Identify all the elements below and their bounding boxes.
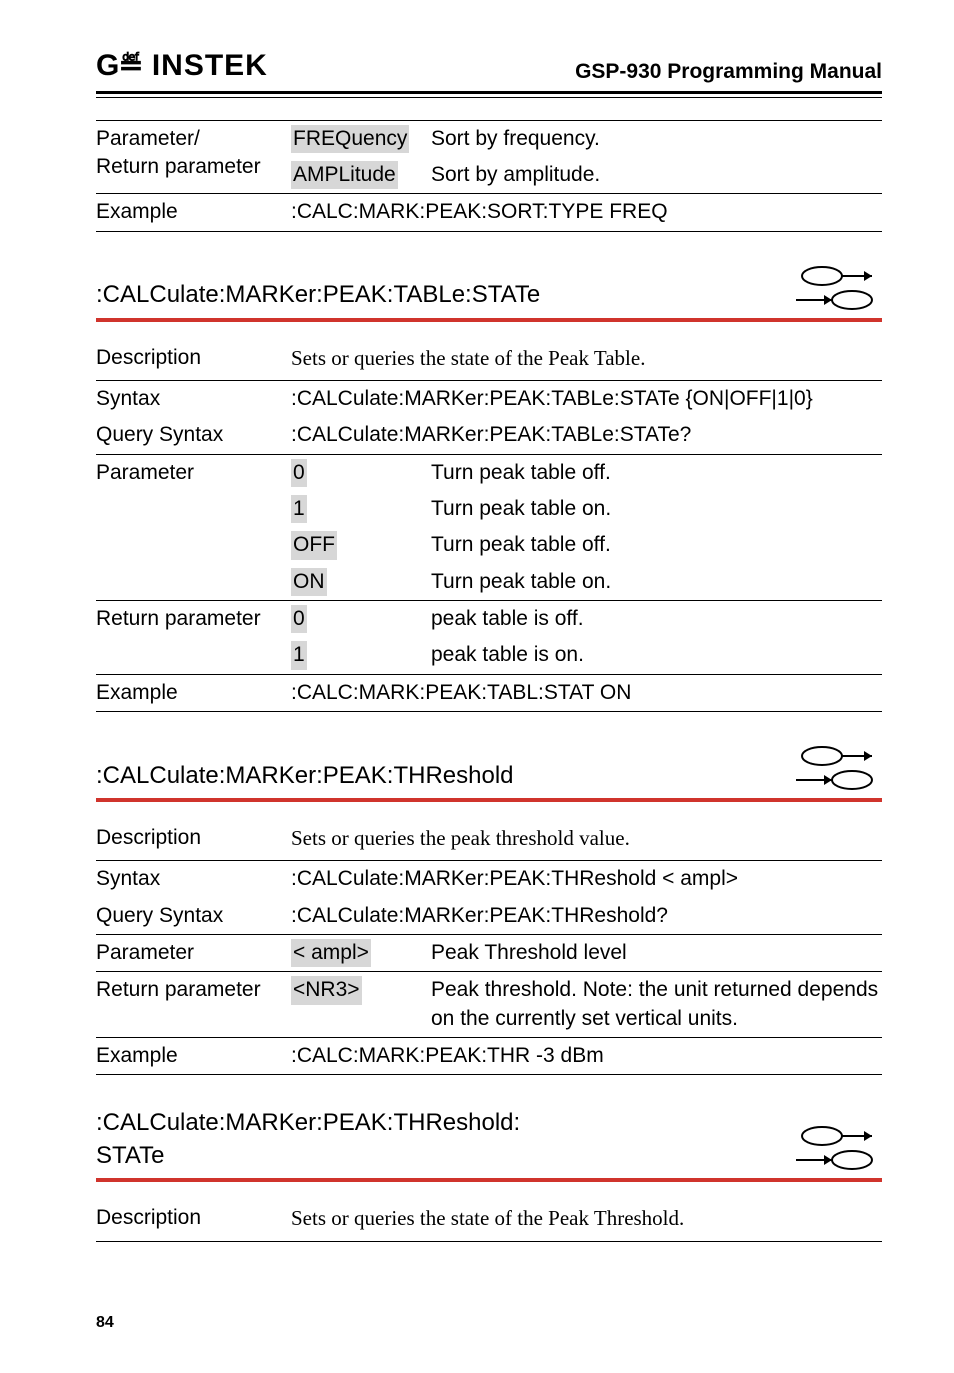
label-return-parameter: Return parameter	[96, 600, 291, 674]
param-on-val: Turn peak table on.	[431, 564, 882, 601]
label-query-syntax: Query Syntax	[96, 898, 291, 935]
ret-1-val: peak table is on.	[431, 637, 882, 674]
desc-text: Sets or queries the peak threshold value…	[291, 816, 882, 861]
label-example: Example	[96, 194, 291, 231]
section-title: :CALCulate:MARKer:PEAK:THReshold	[96, 760, 514, 792]
sec1-table: Description Sets or queries the state of…	[96, 336, 882, 712]
syntax-text: :CALCulate:MARKer:PEAK:TABLe:STATe {ON|O…	[291, 380, 882, 417]
title-line1: :CALCulate:MARKer:PEAK:THReshold:	[96, 1109, 520, 1136]
param-off-val: Turn peak table off.	[431, 527, 882, 563]
example-text: :CALC:MARK:PEAK:THR -3 dBm	[291, 1038, 882, 1075]
qsyntax-text: :CALCulate:MARKer:PEAK:THReshold?	[291, 898, 882, 935]
param-0: 0	[291, 459, 307, 487]
param-ampl: AMPLitude	[291, 161, 398, 189]
doc-title: GSP-930 Programming Manual	[575, 58, 882, 86]
set-query-icon	[782, 1124, 882, 1172]
param-ampl: < ampl>	[291, 939, 371, 967]
qsyntax-text: :CALCulate:MARKer:PEAK:TABLe:STATe?	[291, 417, 882, 454]
param-1: 1	[291, 495, 307, 523]
page-header: G≝ INSTEK GSP-930 Programming Manual	[96, 46, 882, 94]
label-parameter: Parameter	[96, 454, 291, 600]
section-title: :CALCulate:MARKer:PEAK:TABLe:STATe	[96, 279, 540, 311]
title-line2: STATe	[96, 1142, 164, 1169]
val-ampl: Sort by amplitude.	[431, 157, 882, 194]
sec2-table: Description Sets or queries the peak thr…	[96, 816, 882, 1075]
val-freq: Sort by frequency.	[431, 120, 882, 157]
desc-text: Sets or queries the state of the Peak Th…	[291, 1196, 882, 1241]
param-freq: FREQuency	[291, 125, 409, 153]
label-parameter: Parameter/	[96, 127, 200, 150]
label-syntax: Syntax	[96, 380, 291, 417]
brand-logo: G≝ INSTEK	[96, 46, 268, 87]
example-text: :CALC:MARK:PEAK:TABL:STAT ON	[291, 674, 882, 711]
label-syntax: Syntax	[96, 861, 291, 898]
param-on: ON	[291, 568, 327, 596]
desc-text: Sets or queries the state of the Peak Ta…	[291, 336, 882, 381]
param-ampl-val: Peak Threshold level	[431, 935, 882, 972]
section-rule	[96, 1178, 882, 1182]
label-example: Example	[96, 1038, 291, 1075]
label-description: Description	[96, 816, 291, 861]
label-return-parameter: Return parameter	[96, 155, 261, 178]
block-parameter-return: Parameter/ Return parameter FREQuency So…	[96, 120, 882, 232]
section-title: :CALCulate:MARKer:PEAK:THReshold: STATe	[96, 1107, 520, 1172]
ret-0: 0	[291, 605, 307, 633]
sec3-table: Description Sets or queries the state of…	[96, 1196, 882, 1241]
section-head-threshold: :CALCulate:MARKer:PEAK:THReshold	[96, 744, 882, 798]
set-query-icon	[782, 744, 882, 792]
syntax-text: :CALCulate:MARKer:PEAK:THReshold < ampl>	[291, 861, 882, 898]
param-1-val: Turn peak table on.	[431, 491, 882, 527]
section-rule	[96, 798, 882, 802]
header-rule-thin	[96, 97, 882, 98]
ret-0-val: peak table is off.	[431, 600, 882, 637]
label-return-parameter: Return parameter	[96, 972, 291, 1038]
example-val: :CALC:MARK:PEAK:SORT:TYPE FREQ	[291, 194, 882, 231]
ret-1: 1	[291, 641, 307, 669]
label-query-syntax: Query Syntax	[96, 417, 291, 454]
ret-nr3: <NR3>	[291, 976, 362, 1004]
param-0-val: Turn peak table off.	[431, 454, 882, 491]
label-description: Description	[96, 336, 291, 381]
set-query-icon	[782, 264, 882, 312]
param-off: OFF	[291, 531, 337, 559]
label-parameter: Parameter	[96, 935, 291, 972]
label-description: Description	[96, 1196, 291, 1241]
section-head-threshold-state: :CALCulate:MARKer:PEAK:THReshold: STATe	[96, 1107, 882, 1178]
section-head-table-state: :CALCulate:MARKer:PEAK:TABLe:STATe	[96, 264, 882, 318]
label-example: Example	[96, 674, 291, 711]
page-number: 84	[96, 1312, 882, 1334]
section-rule	[96, 318, 882, 322]
ret-nr3-val: Peak threshold. Note: the unit returned …	[431, 972, 882, 1038]
